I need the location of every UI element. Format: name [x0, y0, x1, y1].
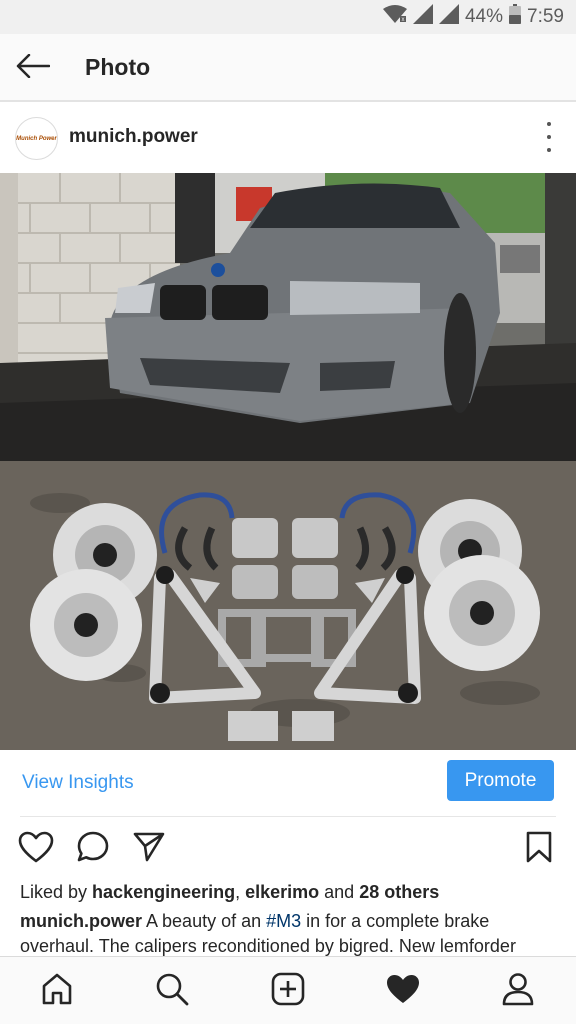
nav-profile[interactable] — [496, 969, 540, 1013]
more-vertical-icon — [547, 122, 551, 126]
post-caption: munich.power A beauty of an #M3 in for a… — [20, 909, 560, 959]
more-options-button[interactable] — [542, 122, 556, 152]
hashtag-link[interactable]: #M3 — [266, 911, 301, 931]
post-photo[interactable] — [0, 173, 576, 750]
post-username[interactable]: munich.power — [69, 126, 198, 148]
status-indicators: x 44% 7:59 — [382, 0, 564, 34]
liker-link[interactable]: hackengineering — [92, 882, 235, 902]
divider — [20, 816, 556, 817]
battery-percent: 44% — [464, 6, 504, 27]
promote-button[interactable]: Promote — [447, 760, 554, 801]
car-and-brake-parts-photo — [0, 173, 576, 750]
battery-icon — [509, 4, 522, 30]
clock: 7:59 — [527, 6, 564, 27]
home-icon — [39, 971, 75, 1012]
likes-separator: , — [235, 882, 246, 902]
search-icon — [154, 971, 190, 1012]
bookmark-icon — [525, 830, 553, 869]
share-icon — [132, 830, 166, 869]
page-title: Photo — [85, 54, 151, 80]
nav-home[interactable] — [35, 969, 79, 1013]
status-bar: x 44% 7:59 — [0, 0, 576, 34]
caption-text: A beauty of an — [142, 911, 267, 931]
likes-others-link[interactable]: 28 others — [359, 882, 439, 902]
nav-new-post[interactable] — [266, 969, 310, 1013]
nav-activity[interactable] — [381, 969, 425, 1013]
nav-search[interactable] — [150, 969, 194, 1013]
back-button[interactable] — [12, 48, 54, 88]
like-button[interactable] — [16, 829, 56, 869]
add-post-icon — [270, 971, 306, 1012]
likes-line: Liked by hackengineering, elkerimo and 2… — [20, 882, 439, 903]
comment-button[interactable] — [73, 829, 113, 869]
profile-icon — [500, 971, 536, 1012]
heart-outline-icon — [18, 831, 54, 868]
post-header: Munich Power munich.power — [0, 104, 576, 172]
signal-icon-2 — [438, 4, 459, 30]
heart-filled-icon — [385, 973, 421, 1010]
likes-and: and — [319, 882, 360, 902]
liker-link-2[interactable]: elkerimo — [245, 882, 319, 902]
more-dot — [547, 148, 551, 152]
bottom-nav — [0, 956, 576, 1024]
more-dot — [547, 135, 551, 139]
app-bar: Photo — [0, 34, 576, 102]
signal-icon — [412, 4, 433, 30]
avatar-logo-text: Munich Power — [16, 135, 57, 142]
avatar[interactable]: Munich Power — [15, 117, 58, 160]
wifi-icon: x — [382, 4, 407, 30]
view-insights-link[interactable]: View Insights — [22, 772, 134, 794]
share-button[interactable] — [129, 829, 169, 869]
svg-text:x: x — [401, 17, 404, 23]
save-button[interactable] — [519, 829, 559, 869]
likes-prefix: Liked by — [20, 882, 93, 902]
arrow-left-icon — [16, 53, 51, 83]
caption-username[interactable]: munich.power — [20, 911, 142, 931]
comment-icon — [76, 830, 110, 869]
